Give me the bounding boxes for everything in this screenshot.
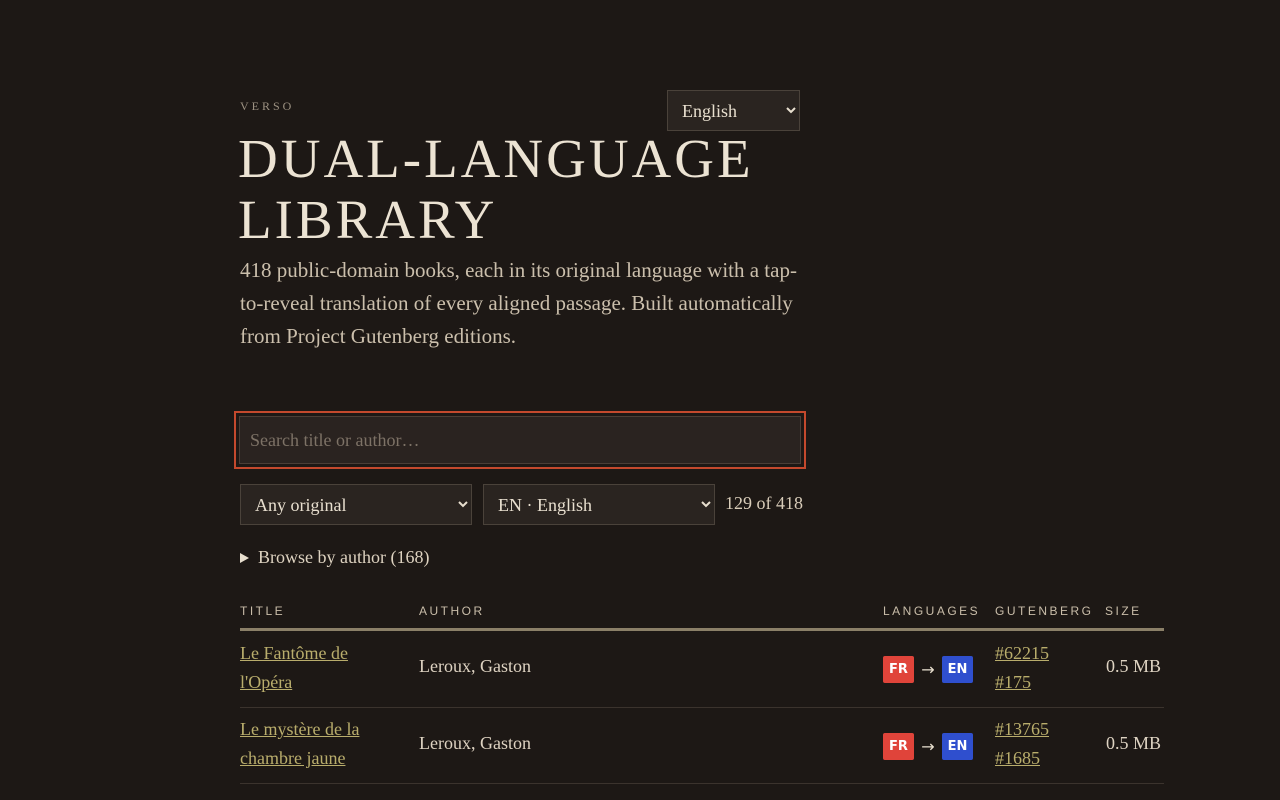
library-page: VERSO English DUAL-LANGUAGE LIBRARY 418 … bbox=[0, 0, 1280, 800]
target-language-badge: EN bbox=[942, 656, 973, 683]
column-header-author: AUTHOR bbox=[419, 604, 485, 618]
book-author-cell: Leroux, Gaston bbox=[419, 656, 531, 676]
column-header-languages: LANGUAGES bbox=[883, 604, 981, 618]
row-divider bbox=[240, 783, 1164, 784]
target-language-filter[interactable]: EN · English bbox=[483, 484, 715, 525]
browse-by-author-toggle[interactable]: Browse by author (168) bbox=[240, 547, 429, 568]
column-header-gutenberg: GUTENBERG bbox=[995, 604, 1094, 618]
file-size-cell: 0.5 MB bbox=[1106, 733, 1162, 753]
page-intro: 418 public-domain books, each in its ori… bbox=[240, 258, 797, 348]
book-author-cell: Leroux, Gaston bbox=[419, 733, 531, 753]
gutenberg-source-link[interactable]: #13765 bbox=[995, 719, 1049, 739]
book-title-link[interactable]: Le mystère de la chambre jaune bbox=[240, 719, 359, 768]
browse-by-author-label: Browse by author (168) bbox=[258, 547, 430, 567]
arrow-right-icon: → bbox=[921, 660, 935, 679]
language-pair: FR → EN bbox=[883, 656, 973, 683]
table-header-rule bbox=[240, 628, 1164, 631]
source-language-badge: FR bbox=[883, 733, 914, 760]
source-language-badge: FR bbox=[883, 656, 914, 683]
page-title: DUAL-LANGUAGE LIBRARY bbox=[238, 128, 754, 250]
file-size-cell: 0.5 MB bbox=[1106, 656, 1162, 676]
book-title-link[interactable]: Le Fantôme de l'Opéra bbox=[240, 643, 348, 692]
column-header-size: SIZE bbox=[1105, 604, 1142, 618]
gutenberg-translation-link[interactable]: #175 bbox=[995, 672, 1031, 692]
gutenberg-links: #13765 #1685 bbox=[995, 715, 1049, 773]
column-header-title: TITLE bbox=[240, 604, 286, 618]
ui-language-select[interactable]: English bbox=[667, 90, 800, 131]
row-divider bbox=[240, 707, 1164, 708]
gutenberg-translation-link[interactable]: #1685 bbox=[995, 748, 1040, 768]
book-title-cell: Le mystère de la chambre jaune bbox=[240, 715, 400, 773]
language-pair: FR → EN bbox=[883, 733, 973, 760]
arrow-right-icon: → bbox=[921, 737, 935, 756]
disclosure-triangle-icon bbox=[240, 552, 249, 563]
target-language-badge: EN bbox=[942, 733, 973, 760]
book-title-cell: Le Fantôme de l'Opéra bbox=[240, 639, 400, 697]
result-count: 129 of 418 bbox=[725, 493, 803, 513]
search-focus-ring bbox=[234, 411, 806, 469]
brand-label: VERSO bbox=[240, 99, 295, 113]
gutenberg-links: #62215 #175 bbox=[995, 639, 1049, 697]
search-input[interactable] bbox=[239, 416, 801, 464]
gutenberg-source-link[interactable]: #62215 bbox=[995, 643, 1049, 663]
original-language-filter[interactable]: Any original bbox=[240, 484, 472, 525]
